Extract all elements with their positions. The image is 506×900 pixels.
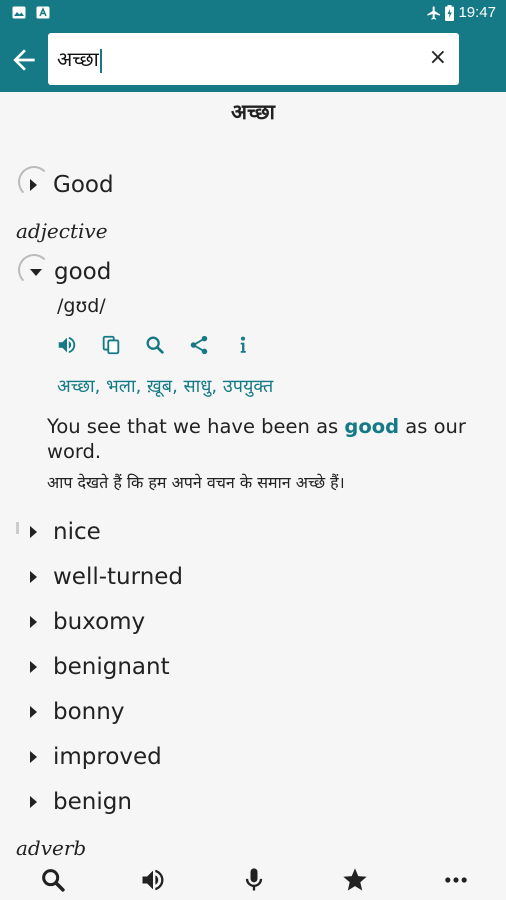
expanded-word: good	[54, 259, 112, 285]
expand-arrow-icon	[30, 179, 37, 191]
speaker-icon	[58, 336, 76, 354]
clock: 19:47	[458, 4, 496, 21]
collapse-arrow-icon	[30, 268, 42, 276]
search-action[interactable]	[144, 334, 166, 356]
speaker-action[interactable]	[56, 334, 78, 356]
example-sentence: You see that we have been as good as our…	[47, 414, 467, 464]
search-icon	[146, 336, 164, 354]
word-label: benign	[53, 789, 132, 815]
expand-arrow-icon	[30, 706, 37, 718]
dictionary-content[interactable]: अच्छा Good adjective good /gʊd/ अच्छा, भ…	[0, 92, 506, 860]
word-label: bonny	[53, 699, 125, 725]
part-of-speech-adverb: adverb	[16, 836, 87, 860]
word-item-improved[interactable]: improved	[30, 743, 162, 771]
copy-action[interactable]	[100, 334, 122, 356]
expand-arrow-icon	[30, 796, 37, 808]
airplane-mode-icon	[427, 6, 440, 20]
part-of-speech-adjective: adjective	[16, 219, 108, 243]
expand-arrow-icon	[30, 751, 37, 763]
example-text: You see that we have been as	[47, 415, 345, 438]
word-item-buxomy[interactable]: buxomy	[30, 608, 145, 636]
app-bar: अच्छा ×	[0, 26, 506, 92]
word-label: buxomy	[53, 609, 146, 635]
word-label: benignant	[53, 654, 170, 680]
word-label: nice	[53, 519, 101, 545]
bottom-toolbar	[0, 860, 506, 900]
word-label: well-turned	[53, 564, 184, 590]
star-icon	[343, 868, 367, 891]
word-item-bonny[interactable]: bonny	[30, 698, 124, 726]
image-icon	[12, 6, 26, 19]
expand-arrow-icon	[30, 526, 37, 538]
more-options-button[interactable]	[442, 866, 470, 894]
back-arrow-icon[interactable]	[8, 44, 40, 76]
top-result-item[interactable]: Good	[30, 171, 114, 199]
expand-arrow-icon	[30, 661, 37, 673]
status-bar: 19:47	[0, 0, 506, 26]
pronunciation: /gʊd/	[57, 295, 106, 317]
text-cursor	[99, 48, 102, 73]
search-icon	[42, 869, 65, 892]
speaker-icon	[142, 869, 164, 891]
info-icon	[240, 336, 246, 353]
text-icon	[36, 6, 50, 19]
battery-icon	[445, 5, 454, 21]
word-item-benignant[interactable]: benignant	[30, 653, 170, 681]
expanded-word-item[interactable]: good	[30, 258, 111, 286]
headword: अच्छा	[231, 100, 275, 124]
word-item-nice[interactable]: nice	[30, 518, 101, 546]
expand-arrow-icon	[30, 616, 37, 628]
loading-indicator	[16, 522, 19, 534]
expand-arrow-icon	[30, 571, 37, 583]
example-translation: आप देखते हैं कि हम अपने वचन के समान अच्छ…	[47, 473, 345, 492]
word-actions	[56, 334, 276, 356]
hindi-synonyms: अच्छा, भला, ख़ूब, साधु, उपयुक्त	[57, 376, 274, 397]
share-action[interactable]	[188, 334, 210, 356]
search-box[interactable]: अच्छा ×	[48, 33, 459, 85]
top-result-word: Good	[53, 172, 114, 198]
microphone-icon	[245, 868, 263, 891]
search-input[interactable]: अच्छा	[57, 45, 102, 73]
share-icon	[190, 335, 208, 355]
info-action[interactable]	[232, 334, 254, 356]
word-item-well-turned[interactable]: well-turned	[30, 563, 183, 591]
search-tab-button[interactable]	[39, 866, 67, 894]
microphone-tab-button[interactable]	[240, 866, 268, 894]
speaker-tab-button[interactable]	[139, 866, 167, 894]
more-icon	[445, 877, 467, 883]
clear-search-button[interactable]: ×	[429, 45, 447, 70]
favorites-tab-button[interactable]	[341, 866, 369, 894]
word-label: improved	[53, 744, 162, 770]
word-item-benign[interactable]: benign	[30, 788, 132, 816]
example-highlight: good	[344, 415, 400, 438]
copy-icon	[102, 335, 120, 355]
